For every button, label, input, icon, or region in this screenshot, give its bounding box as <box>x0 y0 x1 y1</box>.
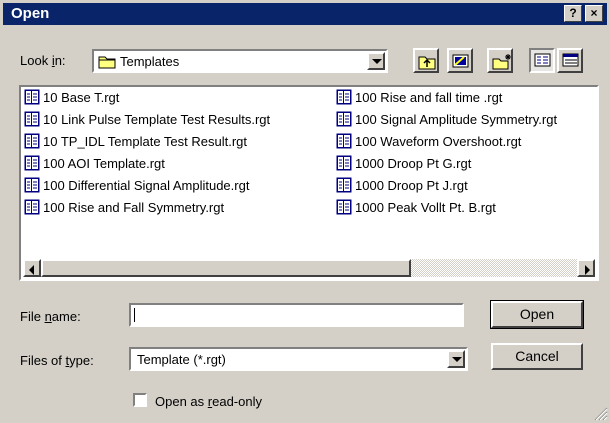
list-view-button[interactable] <box>529 48 555 73</box>
file-type-dropdown-button[interactable] <box>447 350 465 368</box>
close-icon: × <box>590 6 598 20</box>
text-caret <box>134 308 135 322</box>
file-name-input[interactable] <box>129 303 464 327</box>
up-one-level-button[interactable] <box>413 48 439 73</box>
rgt-file-icon <box>24 111 40 127</box>
desktop-button[interactable] <box>447 48 473 73</box>
file-name-text: 10 TP_IDL Template Test Result.rgt <box>43 134 248 149</box>
file-name-label: File name: <box>20 309 81 324</box>
file-name-text: 1000 Droop Pt G.rgt <box>355 156 472 171</box>
look-in-label: Look in: <box>20 53 66 68</box>
create-new-folder-button[interactable] <box>487 48 513 73</box>
details-view-button[interactable] <box>557 48 583 73</box>
rgt-file-icon <box>24 199 40 215</box>
read-only-label[interactable]: Open as read-only <box>155 394 262 409</box>
rgt-file-icon <box>24 155 40 171</box>
files-of-type-label: Files of type: <box>20 353 94 368</box>
file-name-text: 100 Rise and Fall Symmetry.rgt <box>43 200 225 215</box>
look-in-dropdown-button[interactable] <box>367 52 385 70</box>
file-list-item[interactable]: 100 Waveform Overshoot.rgt <box>336 133 521 151</box>
look-in-value: Templates <box>120 54 180 69</box>
file-type-value: Template (*.rgt) <box>137 352 226 367</box>
rgt-file-icon <box>336 199 352 215</box>
arrow-right-icon <box>585 265 590 275</box>
horizontal-scrollbar[interactable] <box>23 259 595 277</box>
rgt-file-icon <box>24 177 40 193</box>
file-type-combo[interactable]: Template (*.rgt) <box>129 347 468 371</box>
file-list-item[interactable]: 1000 Droop Pt J.rgt <box>336 177 468 195</box>
help-button[interactable]: ? <box>564 5 582 22</box>
close-button[interactable]: × <box>585 5 603 22</box>
help-icon: ? <box>569 6 577 20</box>
scroll-right-button[interactable] <box>577 259 595 277</box>
resize-grip-icon[interactable] <box>594 407 608 421</box>
rgt-file-icon <box>336 89 352 105</box>
list-view-icon <box>534 53 551 67</box>
file-list-item[interactable]: 100 Differential Signal Amplitude.rgt <box>24 177 249 195</box>
title-bar[interactable]: Open ? × <box>3 3 607 25</box>
file-list-item[interactable]: 100 Signal Amplitude Symmetry.rgt <box>336 111 557 129</box>
file-name-text: 10 Link Pulse Template Test Results.rgt <box>43 112 271 127</box>
file-name-text: 100 Rise and fall time .rgt <box>355 90 503 105</box>
read-only-checkbox[interactable] <box>133 393 147 407</box>
file-list-item[interactable]: 10 Base T.rgt <box>24 89 119 107</box>
open-button[interactable]: Open <box>490 300 584 329</box>
window-title: Open <box>11 5 50 22</box>
file-name-text: 100 Waveform Overshoot.rgt <box>355 134 522 149</box>
file-list-item[interactable]: 1000 Peak Vollt Pt. B.rgt <box>336 199 496 217</box>
scroll-thumb[interactable] <box>41 259 411 277</box>
arrow-left-icon <box>29 265 34 275</box>
rgt-file-icon <box>24 89 40 105</box>
rgt-file-icon <box>336 155 352 171</box>
up-one-level-icon <box>418 56 436 70</box>
folder-icon <box>98 56 116 69</box>
file-name-text: 100 Differential Signal Amplitude.rgt <box>43 178 250 193</box>
open-dialog: Open ? × Look in: Templates 10 Base T.rg… <box>0 0 610 423</box>
file-name-text: 100 AOI Template.rgt <box>43 156 165 171</box>
file-name-text: 1000 Droop Pt J.rgt <box>355 178 468 193</box>
chevron-down-icon <box>452 357 462 362</box>
file-list-item[interactable]: 1000 Droop Pt G.rgt <box>336 155 471 173</box>
desktop-icon <box>452 54 469 68</box>
look-in-combo[interactable]: Templates <box>92 49 388 73</box>
file-list-item[interactable]: 100 Rise and fall time .rgt <box>336 89 502 107</box>
chevron-down-icon <box>372 59 382 64</box>
file-list[interactable]: 10 Base T.rgt 10 Link Pulse Template Test… <box>19 85 599 281</box>
rgt-file-icon <box>336 133 352 149</box>
rgt-file-icon <box>336 111 352 127</box>
file-list-item[interactable]: 100 Rise and Fall Symmetry.rgt <box>24 199 224 217</box>
file-name-text: 1000 Peak Vollt Pt. B.rgt <box>355 200 496 215</box>
rgt-file-icon <box>336 177 352 193</box>
file-list-item[interactable]: 100 AOI Template.rgt <box>24 155 165 173</box>
file-list-item[interactable]: 10 Link Pulse Template Test Results.rgt <box>24 111 270 129</box>
file-name-text: 100 Signal Amplitude Symmetry.rgt <box>355 112 558 127</box>
rgt-file-icon <box>24 133 40 149</box>
file-name-text: 10 Base T.rgt <box>43 90 120 105</box>
details-view-icon <box>562 53 579 67</box>
scroll-left-button[interactable] <box>23 259 41 277</box>
file-list-item[interactable]: 10 TP_IDL Template Test Result.rgt <box>24 133 247 151</box>
cancel-button[interactable]: Cancel <box>491 343 583 370</box>
create-new-folder-icon <box>492 54 511 70</box>
